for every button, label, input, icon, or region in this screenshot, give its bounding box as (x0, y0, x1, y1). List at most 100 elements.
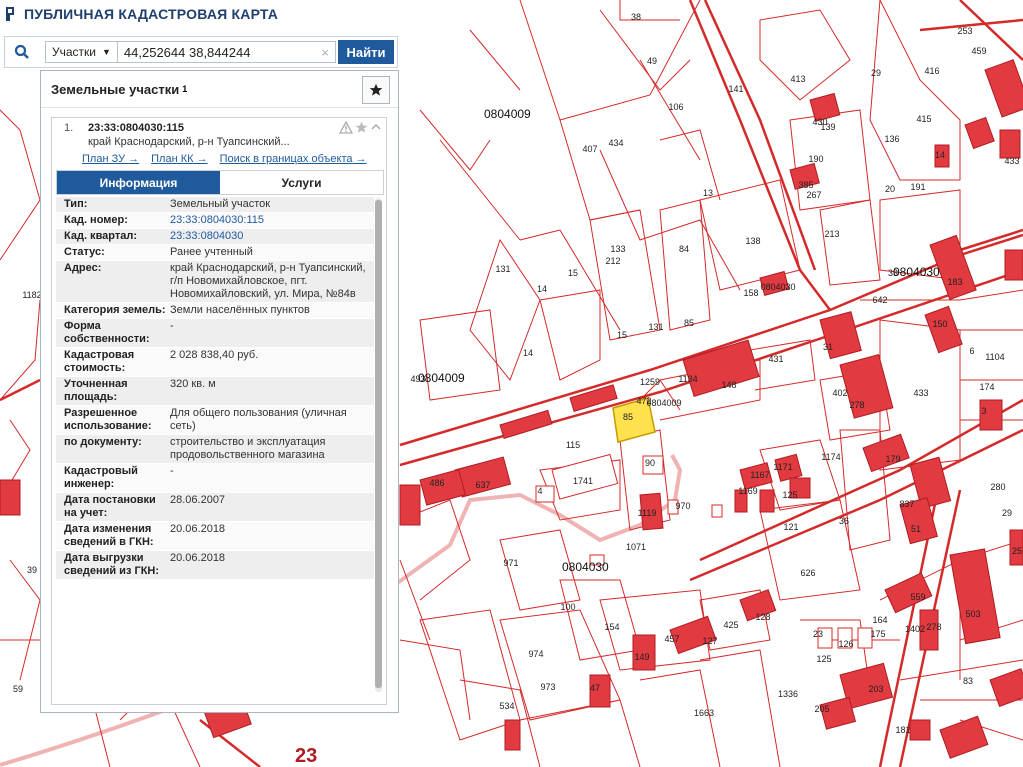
info-row: Кадастровая стоимость: 2 028 838,40 руб. (56, 348, 374, 377)
parcel-number-label: 141 (728, 84, 743, 94)
quarter-label: 0804009 (418, 371, 465, 385)
parcel-number-label: 1071 (626, 542, 646, 552)
warning-icon[interactable] (339, 121, 353, 134)
clear-icon[interactable]: × (321, 45, 329, 60)
tab-info[interactable]: Информация (57, 171, 220, 194)
parcel-number-label: 425 (723, 620, 738, 630)
info-row: Уточненная площадь: 320 кв. м (56, 377, 374, 406)
parcel-number-label: 47 (590, 683, 600, 693)
parcel-number-label: 150 (932, 319, 947, 329)
zu-plan-link[interactable]: План ЗУ → (82, 153, 139, 165)
parcel-number-label: 191 (910, 182, 925, 192)
parcel-number-label: 642 (872, 295, 887, 305)
find-button[interactable]: Найти (338, 40, 394, 64)
cad-quarter-link[interactable]: 23:33:0804030 (166, 229, 374, 244)
parcel-number-label: 174 (979, 382, 994, 392)
panel-title: Земельные участки (51, 81, 180, 97)
parcel-number-label: 280 (990, 482, 1005, 492)
parcel-number-label: 973 (540, 682, 555, 692)
parcel-number-label: 83 (963, 676, 973, 686)
chevron-down-icon: ▼ (102, 47, 111, 57)
parcel-number-label: 0804030 (760, 282, 795, 292)
parcel-number-label: 1174 (821, 452, 840, 462)
info-row: Форма собственности: - (56, 319, 374, 348)
parcel-number-label: 85 (684, 318, 694, 328)
result-count: 1 (182, 84, 188, 94)
parcel-number-label: 138 (745, 236, 760, 246)
parcel-number-label: 416 (924, 66, 939, 76)
parcel-number-label: 38 (631, 12, 641, 22)
app-title: ПУБЛИЧНАЯ КАДАСТРОВАЯ КАРТА (24, 6, 279, 22)
info-row: Категория земель: Земли населённых пункто… (56, 303, 374, 319)
parcel-number-label: 179 (885, 454, 900, 464)
parcel-number-label: 1134 (678, 374, 697, 384)
scrollbar-thumb[interactable] (375, 200, 382, 688)
parcel-number-label: 59 (13, 684, 23, 694)
results-panel: Земельные участки 1 1. 23:33:0804030:115… (40, 70, 399, 713)
parcel-number-label: 486 (429, 478, 444, 488)
parcel-number-label: 133 (610, 244, 625, 254)
parcel-number-label: 36 (839, 516, 849, 526)
info-row: Кадастровый инженер: - (56, 464, 374, 493)
parcel-number-label: 1402 (905, 624, 925, 634)
search-in-bounds-link[interactable]: Поиск в границах объекта → (220, 153, 367, 165)
parcel-number-label: 1741 (573, 476, 593, 486)
parcel-number-label: 149 (634, 652, 649, 662)
card-links: План ЗУ → План КК → Поиск в границах объ… (82, 153, 367, 165)
parcel-number-label: 121 (783, 522, 798, 532)
cad-number-title[interactable]: 23:33:0804030:115 (88, 122, 184, 134)
parcel-number-label: 115 (566, 440, 580, 450)
parcel-number-label: 20 (885, 184, 895, 194)
quarter-label: 0804009 (484, 107, 531, 121)
parcel-number-label: 503 (965, 609, 980, 619)
kk-plan-link[interactable]: План КК → (151, 153, 207, 165)
parcel-number-label: 278 (849, 400, 864, 410)
info-row: Адрес: край Краснодарский, р-н Туапсински… (56, 261, 374, 303)
cad-number-link[interactable]: 23:33:0804030:115 (166, 213, 374, 228)
parcel-number-label: 1336 (778, 689, 798, 699)
parcel-number-label: 970 (675, 501, 690, 511)
address-short: край Краснодарский, р-н Туапсинский... (88, 136, 290, 148)
parcel-number-label: 131 (648, 322, 663, 332)
district-number: 23 (295, 745, 317, 767)
panel-header: Земельные участки 1 (41, 71, 398, 108)
parcel-number-label: 253 (957, 26, 972, 36)
parcel-number-label: 100 (560, 602, 575, 612)
search-input[interactable]: 44,252644 38,844244 × (117, 41, 336, 63)
parcel-number-label: 125 (782, 490, 797, 500)
parcel-number-label: 278 (926, 622, 941, 632)
parcel-number-label: 203 (868, 684, 883, 694)
parcel-number-label: 51 (911, 524, 921, 534)
parcel-number-label: 457 (664, 634, 679, 644)
parcel-number-label: 0804009 (646, 398, 681, 408)
parcel-number-label: 136 (884, 134, 899, 144)
parcel-number-label: 413 (790, 74, 805, 84)
info-row: Дата выгрузки сведений из ГКН: 20.06.2018 (56, 551, 374, 580)
info-row: по документу: строительство и эксплуатаци… (56, 435, 374, 464)
parcel-number-label: 1663 (694, 708, 714, 718)
parcel-number-label: 205 (814, 704, 829, 714)
parcel-number-label: 164 (872, 615, 887, 625)
star-icon[interactable] (355, 121, 368, 134)
quarter-label: 0804030 (893, 265, 940, 279)
info-row: Разрешенное использование: Для общего пол… (56, 406, 374, 435)
favorite-button[interactable] (362, 76, 390, 104)
tab-services[interactable]: Услуги (220, 171, 383, 194)
parcel-number-label: 459 (971, 46, 986, 56)
search-type-select[interactable]: Участки ▼ (45, 41, 118, 63)
parcel-number-label: 131 (495, 264, 510, 274)
info-table: Тип: Земельный участок Кад. номер: 23:33:0… (56, 197, 374, 580)
info-scrollbar[interactable] (375, 198, 382, 692)
parcel-number-label: 407 (582, 144, 597, 154)
parcel-number-label: 433 (913, 388, 928, 398)
chevron-up-icon[interactable] (370, 121, 382, 134)
star-icon (369, 83, 383, 96)
parcel-number-label: 213 (824, 229, 839, 239)
info-row: Дата изменения сведений в ГКН: 20.06.2018 (56, 522, 374, 551)
info-row: Кад. номер: 23:33:0804030:115 (56, 213, 374, 229)
info-row: Тип: Земельный участок (56, 197, 374, 213)
parcel-number-label: 175 (870, 629, 885, 639)
parcel-number-label: 1182 (22, 290, 41, 300)
search-icon[interactable] (5, 44, 39, 60)
parcel-number-label: 971 (503, 558, 518, 568)
